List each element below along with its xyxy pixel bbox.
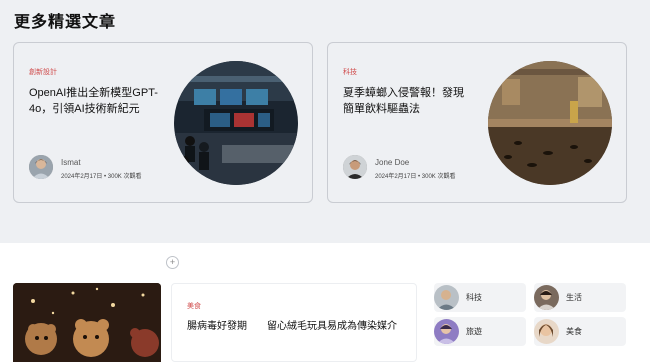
section-title: 更多精選文章 [14, 12, 117, 31]
tag-label: 科技 [466, 293, 482, 302]
article-title[interactable]: OpenAI推出全新模型GPT-4o，引領AI技術新紀元 [29, 85, 159, 117]
article-category[interactable]: 科技 [343, 67, 357, 77]
article-meta: 2024年2月17日 • 300K 次觀看 [61, 174, 142, 180]
article-thumbnail[interactable] [174, 61, 298, 185]
tag-avatar [434, 319, 459, 344]
tag-card-tech[interactable]: 科技 [434, 283, 526, 312]
tag-avatar [434, 285, 459, 310]
article-meta: 2024年2月17日 • 300K 次觀看 [375, 174, 456, 180]
author-name[interactable]: Ismat [61, 158, 81, 167]
article-category[interactable]: 美食 [187, 301, 201, 311]
article-title[interactable]: 腸病毒好發期 留心絨毛玩具易成為傳染媒介 [187, 320, 412, 334]
tag-label: 旅遊 [466, 327, 482, 336]
author-avatar [343, 155, 367, 179]
article-category[interactable]: 創新設計 [29, 67, 57, 77]
tag-card-food[interactable]: 美食 [534, 317, 626, 346]
tag-avatar [534, 285, 559, 310]
tag-card-life[interactable]: 生活 [534, 283, 626, 312]
tag-label: 生活 [566, 293, 582, 302]
article-title[interactable]: 夏季蟑螂入侵警報！發現簡單飲料驅蟲法 [343, 85, 473, 117]
tag-label: 美食 [566, 327, 582, 336]
author-name[interactable]: Jone Doe [375, 158, 409, 167]
featured-image[interactable] [13, 283, 161, 362]
article-card[interactable]: 創新設計 OpenAI推出全新模型GPT-4o，引領AI技術新紀元 Ismat … [13, 42, 313, 203]
tag-card-travel[interactable]: 旅遊 [434, 317, 526, 346]
article-card[interactable]: 科技 夏季蟑螂入侵警報！發現簡單飲料驅蟲法 Jone Doe 2024年2月17… [327, 42, 627, 203]
article-thumbnail[interactable] [488, 61, 612, 185]
author-avatar [29, 155, 53, 179]
plus-icon[interactable]: + [166, 256, 179, 269]
featured-articles-section: 更多精選文章 創新設計 OpenAI推出全新模型GPT-4o，引領AI技術新紀元… [0, 0, 650, 243]
tag-avatar [534, 319, 559, 344]
featured-article-card[interactable]: 美食 腸病毒好發期 留心絨毛玩具易成為傳染媒介 [171, 283, 417, 362]
